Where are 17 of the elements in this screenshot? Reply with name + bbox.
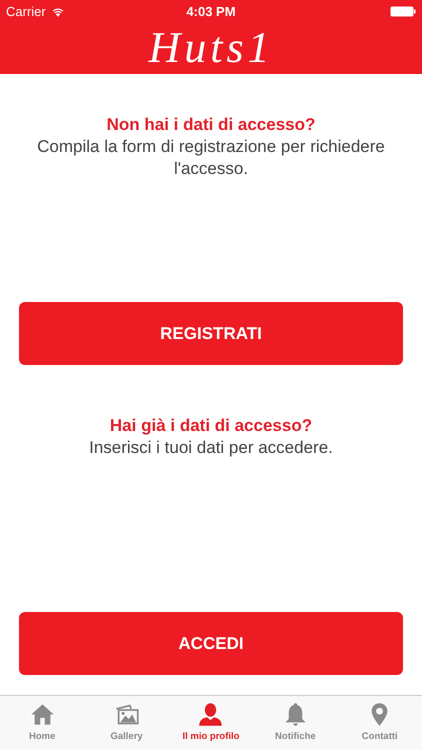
section-text: Compila la form di registrazione per richiedere l'accesso. bbox=[36, 136, 386, 180]
wifi-icon bbox=[50, 6, 65, 16]
tab[interactable]: Gallery bbox=[84, 696, 169, 750]
section-text: Inserisci i tuoi dati per accedere. bbox=[88, 437, 334, 459]
battery-icon bbox=[390, 6, 416, 16]
tab[interactable]: Contatti bbox=[338, 696, 422, 750]
section-heading: Non hai i dati di accesso? bbox=[106, 114, 316, 136]
carrier-name: Carrier bbox=[6, 4, 46, 18]
person-icon bbox=[197, 701, 224, 728]
app-logo: Huts1 bbox=[148, 24, 274, 72]
action-button[interactable]: ACCEDI bbox=[19, 612, 403, 675]
action-button[interactable]: REGISTRATI bbox=[19, 302, 403, 365]
status-time: 4:03 PM bbox=[186, 4, 236, 18]
tab[interactable]: Il mio profilo bbox=[168, 696, 253, 750]
tab[interactable]: Notifiche bbox=[253, 696, 338, 750]
tab[interactable]: Home bbox=[0, 696, 84, 750]
section-heading: Hai già i dati di accesso? bbox=[108, 415, 314, 437]
